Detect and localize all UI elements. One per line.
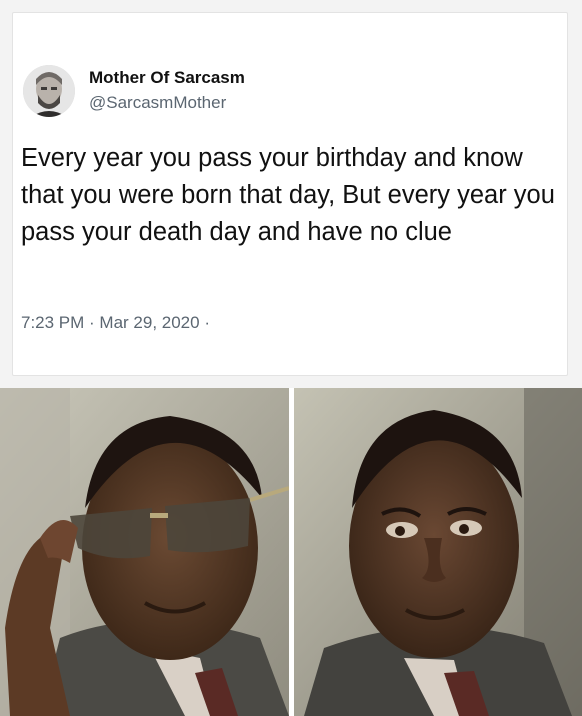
tweet-card: Mother Of Sarcasm @SarcasmMother Every y…: [12, 12, 568, 376]
author-handle[interactable]: @SarcasmMother: [89, 93, 226, 113]
tweet-text: Every year you pass your birthday and kn…: [21, 144, 555, 246]
man-with-sunglasses-photo: [0, 388, 289, 716]
author-name[interactable]: Mother Of Sarcasm: [89, 68, 245, 88]
meme-photos: [0, 388, 582, 716]
avatar-photo: [23, 65, 75, 117]
avatar[interactable]: [23, 65, 75, 117]
tweet-timestamp[interactable]: 7:23 PM · Mar 29, 2020 ·: [21, 313, 210, 333]
meme-photo-right: [294, 388, 582, 716]
man-without-sunglasses-photo: [294, 388, 582, 716]
meme-photo-left: [0, 388, 289, 716]
